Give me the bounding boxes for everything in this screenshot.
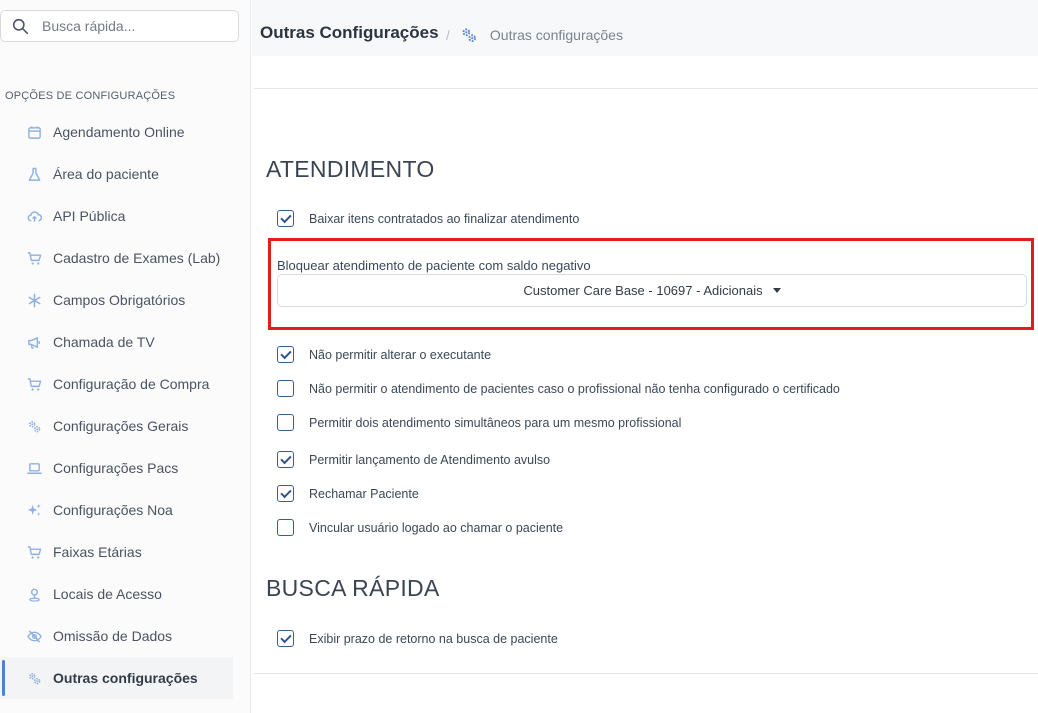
sidebar-item-label: Omissão de Dados xyxy=(53,628,173,644)
checkbox[interactable] xyxy=(277,630,294,647)
option-row[interactable]: Exibir prazo de retorno na busca de paci… xyxy=(277,630,558,647)
breadcrumb-separator: / xyxy=(446,27,450,43)
sidebar-item[interactable]: Configurações Pacs xyxy=(0,447,251,489)
cart-icon xyxy=(26,376,42,392)
sidebar-menu: Agendamento Online Área do paciente API Pú… xyxy=(0,111,251,699)
option-row[interactable]: Permitir lançamento de Atendimento avuls… xyxy=(277,451,550,468)
sidebar-item[interactable]: API Pública xyxy=(0,195,251,237)
search-box[interactable] xyxy=(0,10,239,42)
app-window: OPÇÕES DE CONFIGURAÇÕES Agendamento Onli… xyxy=(0,0,1038,713)
sidebar: OPÇÕES DE CONFIGURAÇÕES Agendamento Onli… xyxy=(0,0,251,713)
breadcrumb: / Outras configurações xyxy=(446,26,623,44)
sidebar-item[interactable]: Configurações Gerais xyxy=(0,405,251,447)
checkbox[interactable] xyxy=(277,346,294,363)
sidebar-item-label: Cadastro de Exames (Lab) xyxy=(53,250,221,266)
cart-icon xyxy=(26,544,42,560)
checkbox[interactable] xyxy=(277,519,294,536)
option-row[interactable]: Vincular usuário logado ao chamar o paci… xyxy=(277,519,563,536)
option-label: Baixar itens contratados ao finalizar at… xyxy=(309,211,580,226)
sidebar-item-label: Campos Obrigatórios xyxy=(53,292,186,308)
search-icon xyxy=(12,18,29,34)
sidebar-item[interactable]: Campos Obrigatórios xyxy=(0,279,251,321)
option-label: Não permitir o atendimento de pacientes … xyxy=(309,381,840,396)
sidebar-item[interactable]: Faixas Etárias xyxy=(0,531,251,573)
option-label: Permitir dois atendimento simultâneos pa… xyxy=(309,415,682,430)
laptop-icon xyxy=(26,460,42,476)
calendar-icon xyxy=(26,124,42,140)
section-heading-busca-rapida: BUSCA RÁPIDA xyxy=(266,575,440,601)
sidebar-section-label: OPÇÕES DE CONFIGURAÇÕES xyxy=(5,90,176,102)
location-pin-icon xyxy=(26,586,42,602)
search-input[interactable] xyxy=(42,18,222,34)
gears-icon[interactable] xyxy=(460,26,478,44)
sidebar-item-label: Configurações Pacs xyxy=(53,460,179,476)
asterisk-icon xyxy=(26,292,42,308)
option-label: Não permitir alterar o executante xyxy=(309,347,492,362)
section-divider xyxy=(254,673,1038,674)
option-label: Vincular usuário logado ao chamar o paci… xyxy=(309,520,564,535)
sidebar-item[interactable]: Agendamento Online xyxy=(0,111,251,153)
sidebar-item[interactable]: Área do paciente xyxy=(0,153,251,195)
sidebar-item[interactable]: Chamada de TV xyxy=(0,321,251,363)
option-row[interactable]: Permitir dois atendimento simultâneos pa… xyxy=(277,414,681,431)
page-header: Outras Configurações / Outras configuraç… xyxy=(252,0,1038,56)
checkbox[interactable] xyxy=(277,485,294,502)
checkbox[interactable] xyxy=(277,414,294,431)
section-heading-atendimento: ATENDIMENTO xyxy=(266,156,435,182)
settings-content: ATENDIMENTO Baixar itens contratados ao … xyxy=(252,56,1038,713)
sidebar-item-label: Agendamento Online xyxy=(53,124,185,140)
sidebar-item-label: Área do paciente xyxy=(53,166,159,182)
sidebar-item[interactable]: Outras configurações xyxy=(0,657,233,699)
sidebar-item[interactable]: Cadastro de Exames (Lab) xyxy=(0,237,251,279)
saldo-negativo-select[interactable]: Customer Care Base - 10697 - Adicionais xyxy=(277,274,1027,307)
sidebar-item-label: Configurações Noa xyxy=(53,502,173,518)
sidebar-item[interactable]: Configuração de Compra xyxy=(0,363,251,405)
option-row[interactable]: Baixar itens contratados ao finalizar at… xyxy=(277,210,579,227)
checkbox[interactable] xyxy=(277,451,294,468)
page-title: Outras Configurações xyxy=(260,23,439,42)
option-row[interactable]: Rechamar Paciente xyxy=(277,485,419,502)
sidebar-item-label: Configurações Gerais xyxy=(53,418,189,434)
gears-icon xyxy=(26,670,42,686)
option-label: Exibir prazo de retorno na busca de paci… xyxy=(309,631,558,646)
sidebar-item-label: API Pública xyxy=(53,208,126,224)
option-row[interactable]: Não permitir alterar o executante xyxy=(277,346,491,363)
megaphone-icon xyxy=(26,334,42,350)
sidebar-item-label: Outras configurações xyxy=(53,670,198,686)
sidebar-item[interactable]: Locais de Acesso xyxy=(0,573,251,615)
sparkles-icon xyxy=(26,502,42,518)
sidebar-item-label: Locais de Acesso xyxy=(53,586,162,602)
checkbox[interactable] xyxy=(277,380,294,397)
option-label: Permitir lançamento de Atendimento avuls… xyxy=(309,452,551,467)
field-label-saldo-negativo: Bloquear atendimento de paciente com sal… xyxy=(277,258,591,273)
select-value: Customer Care Base - 10697 - Adicionais xyxy=(523,283,763,298)
sidebar-item[interactable]: Configurações Noa xyxy=(0,489,251,531)
cloud-upload-icon xyxy=(26,208,42,224)
option-row[interactable]: Não permitir o atendimento de pacientes … xyxy=(277,380,840,397)
cart-icon xyxy=(26,250,42,266)
flask-icon xyxy=(26,166,42,182)
caret-down-icon xyxy=(772,288,781,293)
option-label: Rechamar Paciente xyxy=(309,486,419,501)
sidebar-item-label: Configuração de Compra xyxy=(53,376,210,392)
gears-icon xyxy=(26,418,42,434)
section-divider xyxy=(254,88,1038,89)
sidebar-item-label: Chamada de TV xyxy=(53,334,155,350)
breadcrumb-current: Outras configurações xyxy=(489,27,623,43)
checkbox[interactable] xyxy=(277,210,294,227)
eye-slash-icon xyxy=(26,628,42,644)
sidebar-item[interactable]: Omissão de Dados xyxy=(0,615,251,657)
sidebar-item-label: Faixas Etárias xyxy=(53,544,142,560)
